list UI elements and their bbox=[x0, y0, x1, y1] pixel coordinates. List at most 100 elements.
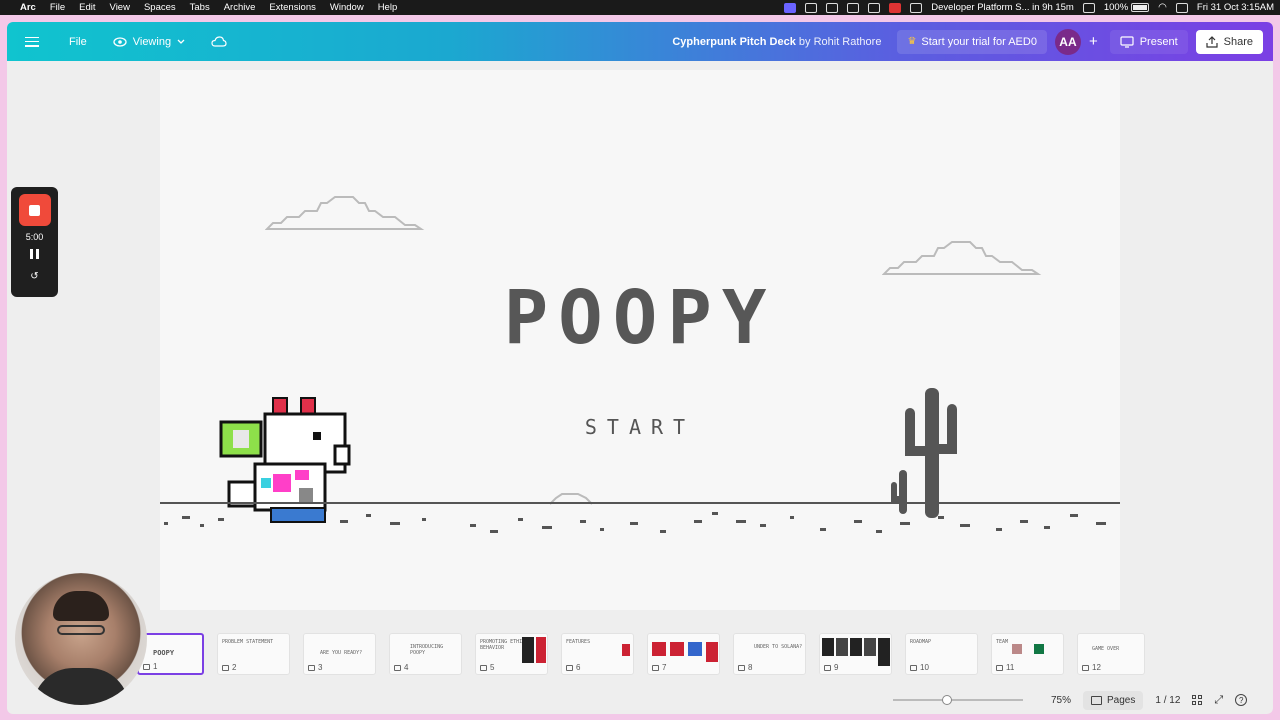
thumbnail-page-2[interactable]: PROBLEM STATEMENT 2 bbox=[217, 633, 290, 675]
status-icon-1[interactable] bbox=[805, 2, 818, 13]
pages-icon bbox=[1091, 695, 1103, 705]
macos-menubar: Arc File Edit View Spaces Tabs Archive E… bbox=[0, 0, 1280, 15]
comment-icon bbox=[480, 664, 487, 671]
thumbnail-number: 1 bbox=[143, 662, 157, 671]
slide-canvas[interactable]: POOPY START bbox=[160, 70, 1120, 610]
comment-icon bbox=[222, 664, 229, 671]
menu-view[interactable]: View bbox=[110, 2, 130, 13]
zoom-slider[interactable] bbox=[893, 695, 1023, 705]
notion-icon[interactable] bbox=[847, 2, 860, 13]
thumbnail-label: GAME OVER bbox=[1092, 646, 1120, 652]
ground-line bbox=[160, 502, 1120, 504]
deck-title[interactable]: Cypherpunk Pitch Deck by Rohit Rathore bbox=[672, 36, 881, 48]
screen-recorder-widget: 5:00 ↺ bbox=[11, 187, 58, 297]
menu-archive[interactable]: Archive bbox=[224, 2, 256, 13]
thumbnail-label: ARE YOU READY? bbox=[320, 650, 363, 656]
thumbnail-page-12[interactable]: GAME OVER 12 bbox=[1077, 633, 1145, 675]
help-icon[interactable]: ? bbox=[1235, 694, 1248, 706]
wifi-icon[interactable]: ◠ bbox=[1158, 2, 1167, 13]
menu-extensions[interactable]: Extensions bbox=[269, 2, 315, 13]
menubar-clock[interactable]: Fri 31 Oct 3:15AM bbox=[1197, 2, 1274, 13]
file-menu-button[interactable]: File bbox=[61, 30, 95, 54]
control-center-icon[interactable] bbox=[1175, 2, 1188, 13]
thumbnail-image bbox=[850, 638, 862, 656]
menu-app-name[interactable]: Arc bbox=[20, 2, 36, 13]
thumbnail-page-5[interactable]: PROMOTING ETHICAL BEHAVIOR 5 bbox=[475, 633, 548, 675]
battery-indicator[interactable]: 100% bbox=[1104, 2, 1150, 13]
thumbnail-page-6[interactable]: FEATURES 6 bbox=[561, 633, 634, 675]
thumbnail-page-9[interactable]: 9 bbox=[819, 633, 892, 675]
thumbnail-number: 3 bbox=[308, 663, 322, 672]
cloud-icon bbox=[211, 36, 227, 47]
add-collaborator-icon[interactable]: + bbox=[1089, 33, 1098, 50]
thumbnail-page-10[interactable]: ROADMAP 10 bbox=[905, 633, 978, 675]
editor-toolbar: File Viewing Cypherpunk Pitch Deck by Ro… bbox=[7, 22, 1273, 61]
thumbnail-number: 9 bbox=[824, 663, 838, 672]
stop-icon bbox=[29, 204, 40, 216]
status-icon-4[interactable] bbox=[910, 2, 923, 13]
deck-author: by Rohit Rathore bbox=[798, 35, 882, 48]
cloud-left-graphic bbox=[265, 196, 425, 230]
thumbnail-number: 11 bbox=[996, 663, 1014, 672]
thumbnail-page-7[interactable]: 7 bbox=[647, 633, 720, 675]
present-label: Present bbox=[1139, 35, 1178, 48]
hamburger-icon bbox=[25, 36, 39, 47]
fullscreen-icon[interactable]: ⤢ bbox=[1214, 694, 1223, 707]
webcam-bubble[interactable] bbox=[15, 573, 147, 705]
slide-title: POOPY bbox=[503, 275, 777, 361]
thumbnail-page-3[interactable]: ARE YOU READY? 3 bbox=[303, 633, 376, 675]
thumbnail-image bbox=[536, 637, 546, 663]
page-counter[interactable]: 1 / 12 bbox=[1155, 695, 1180, 706]
calendar-event[interactable]: Developer Platform S... in 9h 15m bbox=[931, 2, 1074, 13]
zoom-slider-handle[interactable] bbox=[941, 695, 952, 705]
thumbnail-image bbox=[622, 644, 630, 656]
thumbnail-page-8[interactable]: UNDER TO SOLANA? 8 bbox=[733, 633, 806, 675]
menu-file[interactable]: File bbox=[50, 2, 65, 13]
chevron-down-icon bbox=[177, 39, 185, 44]
grid-view-icon[interactable] bbox=[1192, 695, 1203, 705]
pages-button[interactable]: Pages bbox=[1083, 690, 1144, 710]
thumbnail-image bbox=[706, 642, 718, 662]
thumbnail-page-1[interactable]: POOPY 1 bbox=[137, 633, 204, 675]
present-button[interactable]: Present bbox=[1109, 29, 1188, 54]
menu-spaces[interactable]: Spaces bbox=[144, 2, 176, 13]
trial-label: Start your trial for AED0 bbox=[921, 35, 1037, 48]
menu-tabs[interactable]: Tabs bbox=[190, 2, 210, 13]
thumbnail-number: 2 bbox=[222, 663, 236, 672]
thumbnail-number: 5 bbox=[480, 663, 494, 672]
share-icon bbox=[1206, 35, 1218, 48]
thumbnail-image bbox=[670, 642, 684, 656]
stop-recording-button[interactable] bbox=[18, 194, 51, 226]
menu-help[interactable]: Help bbox=[378, 2, 398, 13]
cloud-sync-button[interactable] bbox=[203, 30, 235, 53]
pages-label: Pages bbox=[1107, 694, 1136, 706]
thumbnail-image bbox=[522, 637, 534, 663]
viewing-mode-button[interactable]: Viewing bbox=[105, 30, 193, 54]
menu-edit[interactable]: Edit bbox=[79, 2, 95, 13]
viewing-label: Viewing bbox=[132, 35, 172, 48]
menu-button[interactable] bbox=[17, 31, 47, 53]
restart-recording-icon[interactable]: ↺ bbox=[30, 271, 38, 282]
thumbnail-image bbox=[688, 642, 702, 656]
display-icon[interactable] bbox=[1082, 2, 1095, 13]
thumbnail-image bbox=[836, 638, 848, 656]
menu-window[interactable]: Window bbox=[330, 2, 364, 13]
thumbnail-image bbox=[652, 642, 666, 656]
thumbnail-label: ROADMAP bbox=[910, 639, 932, 645]
pause-recording-button[interactable] bbox=[30, 249, 39, 259]
comment-icon bbox=[652, 664, 659, 671]
share-button[interactable]: Share bbox=[1195, 29, 1263, 54]
screen-share-icon[interactable] bbox=[784, 2, 797, 13]
user-avatar[interactable]: AA bbox=[1054, 28, 1081, 55]
comment-icon bbox=[910, 664, 917, 671]
status-icon-red[interactable] bbox=[889, 2, 902, 13]
status-icon-3[interactable] bbox=[868, 2, 881, 13]
status-icon-2[interactable] bbox=[826, 2, 839, 13]
comment-icon bbox=[143, 663, 150, 670]
thumbnail-page-4[interactable]: INTRODUCING POOPY 4 bbox=[389, 633, 462, 675]
thumbnail-label: FEATURES bbox=[566, 639, 591, 645]
start-trial-button[interactable]: ♛ Start your trial for AED0 bbox=[897, 29, 1047, 54]
comment-icon bbox=[566, 664, 573, 671]
thumbnail-page-11[interactable]: TEAM 11 bbox=[991, 633, 1064, 675]
zoom-level[interactable]: 75% bbox=[1051, 695, 1071, 706]
